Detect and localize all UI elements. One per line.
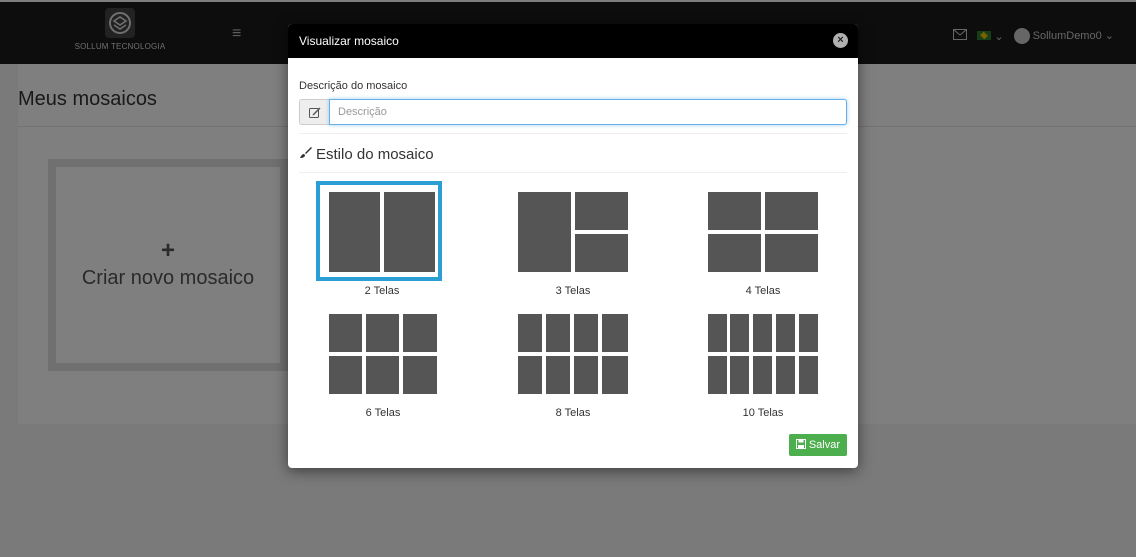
brush-icon <box>299 146 312 163</box>
layout-thumbnail <box>708 314 818 394</box>
layout-thumbnail <box>316 181 442 281</box>
layout-label: 2 Telas <box>364 285 400 297</box>
layout-label: 6 Telas <box>365 407 401 419</box>
view-mosaic-modal: Visualizar mosaico × Descrição do mosaic… <box>288 24 858 468</box>
layout-label: 8 Telas <box>555 407 591 419</box>
layout-option-8[interactable]: 8 Telas <box>518 314 628 419</box>
layout-option-3[interactable]: 3 Telas <box>518 192 628 297</box>
layout-option-4[interactable]: 4 Telas <box>708 192 818 297</box>
modal-header: Visualizar mosaico × <box>288 24 858 58</box>
layout-thumbnail <box>518 314 628 394</box>
style-section-title: Estilo do mosaico <box>299 146 847 163</box>
layout-option-6[interactable]: 6 Telas <box>329 314 437 419</box>
save-label: Salvar <box>808 439 840 451</box>
save-icon <box>795 438 806 452</box>
divider <box>299 133 847 134</box>
style-title-text: Estilo do mosaico <box>316 146 434 163</box>
divider <box>299 172 847 173</box>
layout-label: 10 Telas <box>742 407 784 419</box>
layout-thumbnail <box>518 192 628 272</box>
description-input[interactable] <box>329 99 847 125</box>
modal-title: Visualizar mosaico <box>299 34 399 48</box>
layout-label: 4 Telas <box>745 285 781 297</box>
layout-thumbnail <box>708 192 818 272</box>
layout-thumbnail <box>329 314 437 394</box>
description-input-group <box>299 99 847 125</box>
close-icon[interactable]: × <box>833 33 848 48</box>
save-button[interactable]: Salvar <box>788 434 847 456</box>
layout-label: 3 Telas <box>555 285 591 297</box>
edit-icon <box>299 99 329 125</box>
description-label: Descrição do mosaico <box>299 80 408 92</box>
selection-frame <box>316 181 442 281</box>
layout-option-2[interactable]: 2 Telas <box>316 181 442 297</box>
layout-option-10[interactable]: 10 Telas <box>708 314 818 419</box>
